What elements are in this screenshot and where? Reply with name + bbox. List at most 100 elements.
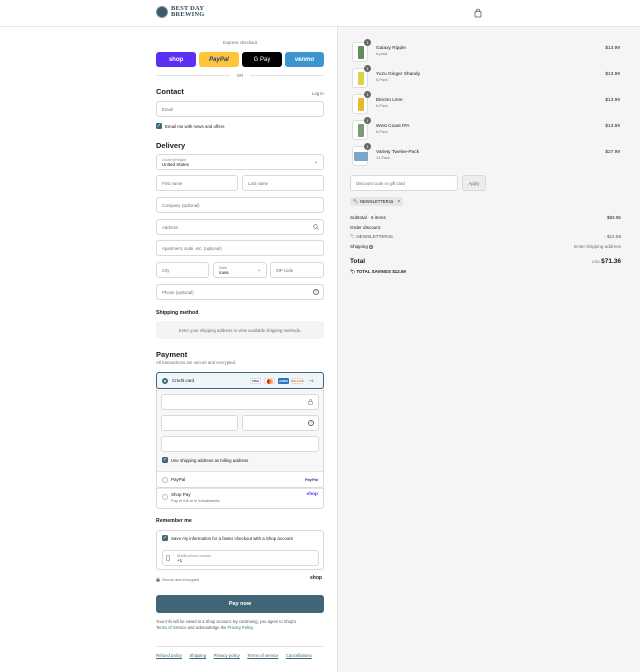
zip-field[interactable]: ZIP code xyxy=(270,262,324,278)
remember-me-box: ✓ Save my information for a faster check… xyxy=(156,530,324,570)
checkbox-checked-icon[interactable]: ✓ xyxy=(156,123,162,129)
discount-amount: - $12.59 xyxy=(604,234,621,239)
last-name-field[interactable]: Last name xyxy=(242,175,324,191)
checkbox-checked-icon[interactable]: ✓ xyxy=(162,535,168,541)
search-icon xyxy=(313,224,319,230)
item-price: $27.99 xyxy=(605,150,620,155)
payment-heading: Payment xyxy=(156,350,188,359)
google-pay-button[interactable]: G Pay xyxy=(242,52,282,67)
paypal-option-label: PayPal xyxy=(171,477,186,482)
or-divider-label: OR xyxy=(230,73,250,78)
shopping-bag-icon xyxy=(474,8,482,18)
more-cards-badge: +4 xyxy=(309,378,314,383)
terms-of-service-link[interactable]: Terms of Service xyxy=(156,625,186,630)
quantity-badge: 1 xyxy=(364,39,371,46)
shipping-link[interactable]: Shipping xyxy=(189,653,206,658)
discount-code-field[interactable]: Discount code or gift card xyxy=(350,175,458,191)
expiry-field[interactable] xyxy=(161,415,238,431)
city-field[interactable]: City xyxy=(156,262,209,278)
tag-icon: 🏷 xyxy=(350,234,356,239)
item-variant: 6-pack xyxy=(376,52,388,56)
subtotal-value: $83.95 xyxy=(606,215,621,220)
item-name: Electro Lime xyxy=(376,98,403,103)
chevron-down-icon: ⌄ xyxy=(314,159,319,165)
cancellations-link[interactable]: Cancellations xyxy=(286,653,312,658)
company-field[interactable]: Company (optional) xyxy=(156,197,324,213)
total-value: $71.36 xyxy=(601,258,621,265)
credit-card-label: Credit card xyxy=(172,378,195,383)
item-name: West Coast IPA xyxy=(376,124,410,129)
secure-note: Secure and encrypted xyxy=(156,577,199,582)
mastercard-icon xyxy=(264,378,275,384)
divider xyxy=(156,646,324,647)
help-icon[interactable]: ? xyxy=(313,289,319,295)
help-icon[interactable]: ? xyxy=(369,245,374,249)
apartment-field[interactable]: Apartment, suite, etc. (optional) xyxy=(156,240,324,256)
privacy-policy-link[interactable]: Privacy policy xyxy=(214,653,240,658)
can-icon xyxy=(358,46,364,59)
mobile-phone-field[interactable]: Mobile phone number +1 xyxy=(162,550,319,566)
card-number-field[interactable] xyxy=(161,394,319,410)
quantity-badge: 1 xyxy=(364,91,371,98)
checkbox-checked-icon[interactable]: ✓ xyxy=(162,457,168,463)
header: BEST DAY BREWING xyxy=(0,0,640,27)
line-item: 1 Yuzu Ginger Shandy 6-Pack $13.99 xyxy=(352,65,620,90)
address-field[interactable]: Address xyxy=(156,219,324,235)
privacy-policy-link[interactable]: Privacy Policy xyxy=(227,625,252,630)
apply-button[interactable]: Apply xyxy=(462,175,486,191)
quantity-badge: 1 xyxy=(364,65,371,72)
name-on-card-field[interactable] xyxy=(161,436,319,452)
item-variant: 6-Pack xyxy=(376,130,388,134)
currency-label: USD xyxy=(591,260,600,264)
first-name-field[interactable]: First name xyxy=(156,175,238,191)
tag-icon: 🏷 xyxy=(353,199,359,204)
item-name: Galaxy Ripple xyxy=(376,46,406,51)
venmo-button[interactable]: venmo xyxy=(285,52,324,67)
discount-tag-label: NEWSLETTER15 xyxy=(360,199,394,204)
paypal-button[interactable]: PayPal xyxy=(199,52,239,67)
discount-tag: 🏷 NEWSLETTER15 × xyxy=(350,197,404,206)
email-field[interactable]: Email xyxy=(156,101,324,117)
brand-line-2: BREWING xyxy=(171,11,205,18)
close-icon[interactable]: × xyxy=(397,199,400,205)
shop-pay-button[interactable]: shop xyxy=(156,52,196,67)
can-icon xyxy=(358,98,364,111)
log-in-link[interactable]: Log in xyxy=(312,91,324,96)
contact-heading: Contact xyxy=(156,87,184,96)
radio-selected-icon[interactable] xyxy=(162,378,168,384)
country-select[interactable]: Country/Region United States xyxy=(156,154,324,170)
line-item: 1 West Coast IPA 6-Pack $13.99 xyxy=(352,117,620,142)
help-icon[interactable]: ? xyxy=(308,420,314,426)
item-variant: 12-Pack xyxy=(376,156,390,160)
discover-icon: DISCOVER xyxy=(291,378,304,384)
terms-of-service-link[interactable]: Terms of service xyxy=(247,653,278,658)
express-checkout-label: Express checkout xyxy=(223,40,257,45)
item-variant: 6-Pack xyxy=(376,78,388,82)
item-price: $13.99 xyxy=(605,98,620,103)
discount-code-row: 🏷 NEWSLETTER15 - $12.59 xyxy=(350,234,621,239)
legal-text: Your info will be saved to a Shop accoun… xyxy=(156,619,297,630)
save-info-checkbox-row[interactable]: ✓ Save my information for a faster check… xyxy=(162,535,293,541)
phone-field[interactable]: Phone (optional) xyxy=(156,284,324,300)
billing-checkbox-row[interactable]: ✓ Use shipping address as billing addres… xyxy=(162,457,248,463)
line-item: 1 Variety Twelve-Pack 12-Pack $27.99 xyxy=(352,143,620,168)
save-info-label: Save my information for a faster checkou… xyxy=(171,535,293,541)
cart-button[interactable] xyxy=(473,8,483,18)
total-label: Total xyxy=(350,258,366,265)
subtotal-row: Subtotal · 5 items $83.95 xyxy=(350,215,621,220)
paypal-logo: PayPal xyxy=(304,477,318,482)
radio-icon[interactable] xyxy=(162,477,168,483)
amex-icon: AMEX xyxy=(278,378,289,384)
quantity-badge: 1 xyxy=(364,143,371,150)
credit-card-option[interactable]: Credit card VISA AMEX DISCOVER +4 xyxy=(156,372,324,389)
brand-logo[interactable]: BEST DAY BREWING xyxy=(156,5,205,18)
item-price: $13.99 xyxy=(605,124,620,129)
line-item: 1 Electro Lime 6-Pack $13.99 xyxy=(352,91,620,116)
pay-now-button[interactable]: Pay now xyxy=(156,595,324,613)
can-icon xyxy=(358,72,364,85)
quantity-badge: 1 xyxy=(364,117,371,124)
paypal-option[interactable]: PayPal PayPal xyxy=(157,472,323,488)
refund-policy-link[interactable]: Refund policy xyxy=(156,653,182,658)
visa-icon: VISA xyxy=(250,378,261,384)
news-checkbox-row[interactable]: ✓ Email me with news and offers xyxy=(156,123,224,129)
